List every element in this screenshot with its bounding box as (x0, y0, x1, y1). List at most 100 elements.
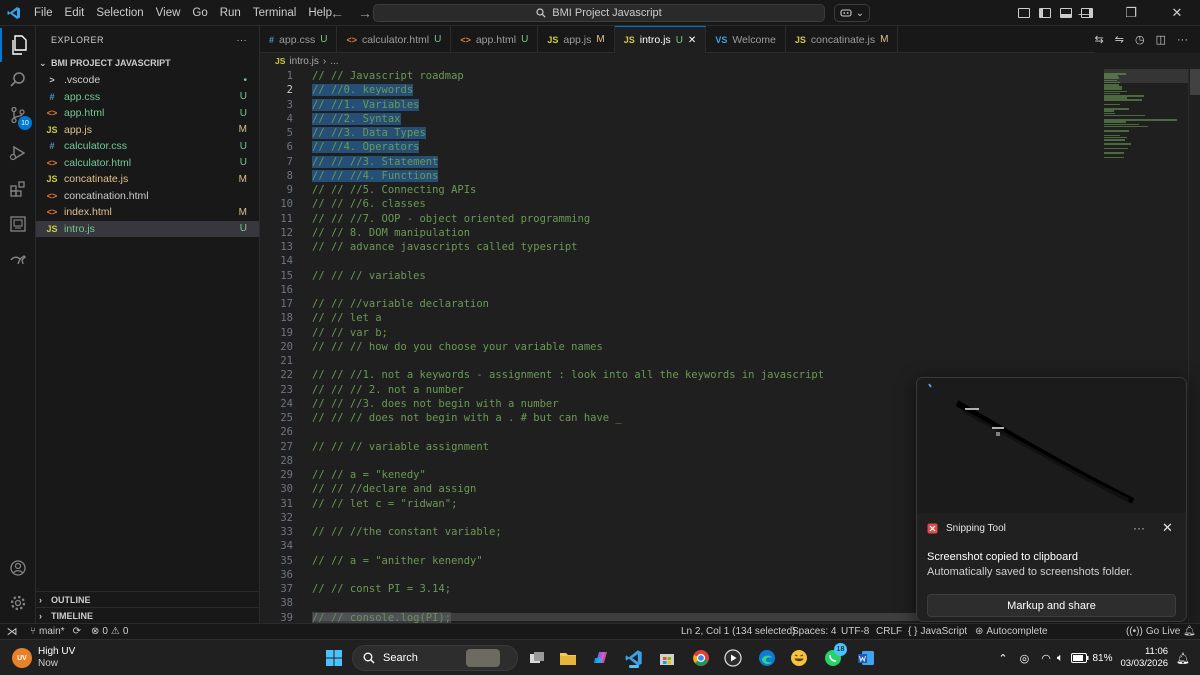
menu-item-terminal[interactable]: Terminal (247, 0, 302, 26)
back-arrow-icon[interactable]: ← (330, 5, 344, 21)
problems-status[interactable]: ⊗ 0 ⚠ 0 (91, 626, 128, 637)
code-line[interactable]: 10 // // //6. classes (260, 197, 1100, 211)
code-line[interactable]: 13 // // advance javascripts called types… (260, 240, 1100, 254)
file-item[interactable]: # calculator.css U (36, 138, 259, 155)
horizontal-scrollbar[interactable] (313, 613, 918, 621)
code-line[interactable]: 15 // // // variables (260, 269, 1100, 283)
word-icon[interactable] (855, 647, 877, 669)
file-item[interactable]: JS intro.js U (36, 220, 259, 237)
wifi-icon[interactable]: ◠ (1041, 652, 1051, 665)
vscode-taskbar-icon[interactable] (623, 647, 645, 669)
more-actions-icon[interactable]: ··· (1177, 34, 1188, 46)
code-line[interactable]: 1 // // Javascript roadmap (260, 69, 1100, 83)
weather-widget[interactable]: UV High UV Now (12, 646, 75, 670)
code-line[interactable]: 7 // // //3. Statement (260, 155, 1100, 169)
forward-arrow-icon[interactable]: → (358, 5, 372, 21)
code-line[interactable]: 16 (260, 283, 1100, 297)
line-ending[interactable]: CRLF (876, 626, 902, 637)
tab-app-css[interactable]: # app.css U (260, 26, 338, 53)
tab-concatinate-js[interactable]: JS concatinate.js M (786, 26, 899, 53)
code-line[interactable]: 3 // //1. Variables (260, 98, 1100, 112)
menu-item-file[interactable]: File (28, 0, 59, 26)
code-line[interactable]: 11 // // //7. OOP - object oriented progr… (260, 212, 1100, 226)
split-editor-icon[interactable]: ◫ (1156, 33, 1166, 46)
more-actions-icon[interactable]: ··· (237, 35, 248, 45)
file-item[interactable]: <> calculator.html U (36, 155, 259, 172)
language-mode[interactable]: { } JavaScript (908, 626, 967, 637)
tab-intro-js[interactable]: JS intro.js U ✕ (614, 26, 707, 53)
notifications-icon[interactable]: 🔔︎ (1176, 652, 1190, 665)
clock[interactable]: 11:06 03/03/2026 (1112, 646, 1176, 670)
file-item[interactable]: <> concatination.html (36, 188, 259, 205)
menu-item-view[interactable]: View (150, 0, 187, 26)
code-line[interactable]: 8 // // //4. Functions (260, 169, 1100, 183)
microsoft-store-icon[interactable] (656, 647, 678, 669)
code-line[interactable]: 17 // // //variable declaration (260, 297, 1100, 311)
file-item[interactable]: JS app.js M (36, 122, 259, 139)
minimap[interactable] (1104, 69, 1188, 379)
extensions-icon[interactable] (0, 172, 36, 206)
code-line[interactable]: 5 // //3. Data Types (260, 126, 1100, 140)
menu-item-go[interactable]: Go (186, 0, 213, 26)
menu-item-selection[interactable]: Selection (90, 0, 149, 26)
account-icon[interactable] (0, 551, 36, 585)
breadcrumb-file[interactable]: intro.js (289, 56, 318, 67)
code-line[interactable]: 2 // //0. keywords (260, 83, 1100, 97)
emoji-app-icon[interactable] (788, 647, 810, 669)
kangaroo-extension-icon[interactable] (0, 242, 36, 276)
edge-icon[interactable] (756, 647, 778, 669)
search-icon[interactable] (0, 63, 36, 97)
chrome-icon[interactable] (690, 647, 712, 669)
tab-calculator-html[interactable]: <> calculator.html U (337, 26, 452, 53)
copilot-button[interactable]: ⌄ (834, 4, 870, 22)
encoding[interactable]: UTF-8 (841, 626, 869, 637)
chevron-up-icon[interactable]: ⌃ (998, 652, 1007, 665)
whatsapp-icon[interactable]: 18 (822, 643, 847, 669)
vertical-scrollbar-thumb[interactable] (1190, 69, 1200, 95)
code-line[interactable]: 6 // //4. Operators (260, 140, 1100, 154)
indentation[interactable]: Spaces: 4 (792, 626, 836, 637)
tab-welcome[interactable]: VS Welcome (706, 26, 786, 53)
branch-status[interactable]: ⑂ main* (30, 626, 65, 637)
file-item[interactable]: JS concatinate.js M (36, 171, 259, 188)
close-icon[interactable]: ✕ (1154, 0, 1200, 26)
taskbar-search[interactable]: Search (352, 645, 518, 671)
close-icon[interactable]: ✕ (688, 35, 696, 46)
menu-item-edit[interactable]: Edit (59, 0, 91, 26)
notifications-bell-icon[interactable]: 🔔︎ (1183, 626, 1196, 637)
battery-icon[interactable] (1071, 653, 1089, 663)
compare-changes-icon[interactable]: ⇋ (1115, 33, 1124, 46)
snipping-tool-notification[interactable]: Snipping Tool ··· ✕ Screenshot copied to… (916, 377, 1187, 622)
project-folder-header[interactable]: ⌄ BMI PROJECT JAVASCRIPT (36, 54, 259, 72)
source-control-icon[interactable]: 10 (0, 98, 36, 132)
code-line[interactable]: 12 // // 8. DOM manipulation (260, 226, 1100, 240)
outline-section[interactable]: › OUTLINE (36, 591, 260, 607)
code-line[interactable]: 19 // // var b; (260, 326, 1100, 340)
file-explorer-icon[interactable] (557, 647, 579, 669)
settings-gear-icon[interactable] (0, 586, 36, 620)
restore-icon[interactable]: ❐ (1108, 0, 1154, 26)
file-item[interactable]: <> app.html U (36, 105, 259, 122)
screenshot-preview[interactable] (917, 378, 1186, 513)
location-icon[interactable]: ◎ (1020, 652, 1030, 665)
close-icon[interactable]: ✕ (1162, 520, 1173, 536)
vertical-scrollbar[interactable] (1188, 69, 1200, 623)
toast-more-icon[interactable]: ··· (1133, 521, 1145, 535)
media-player-icon[interactable] (722, 647, 744, 669)
volume-icon[interactable]: 🔈︎ (1057, 652, 1064, 665)
sync-icon[interactable]: ⟳ (73, 626, 81, 637)
menu-item-run[interactable]: Run (214, 0, 247, 26)
breadcrumb-symbol[interactable]: ... (330, 56, 338, 67)
autocomplete-status[interactable]: ⊛ Autocomplete (975, 626, 1048, 637)
tab-app-js[interactable]: JS app.js M (538, 26, 615, 53)
code-line[interactable]: 14 (260, 254, 1100, 268)
file-item[interactable]: # app.css U (36, 89, 259, 106)
code-line[interactable]: 20 // // // how do you choose your variab… (260, 340, 1100, 354)
code-line[interactable]: 18 // // let a (260, 311, 1100, 325)
file-item[interactable]: > .vscode • (36, 72, 259, 89)
timeline-section[interactable]: › TIMELINE (36, 607, 260, 623)
tab-app-html[interactable]: <> app.html U (451, 26, 539, 53)
open-changes-icon[interactable]: ◷ (1135, 33, 1145, 46)
customize-layout-icon[interactable] (1018, 8, 1030, 18)
markup-and-share-button[interactable]: Markup and share (927, 594, 1176, 617)
